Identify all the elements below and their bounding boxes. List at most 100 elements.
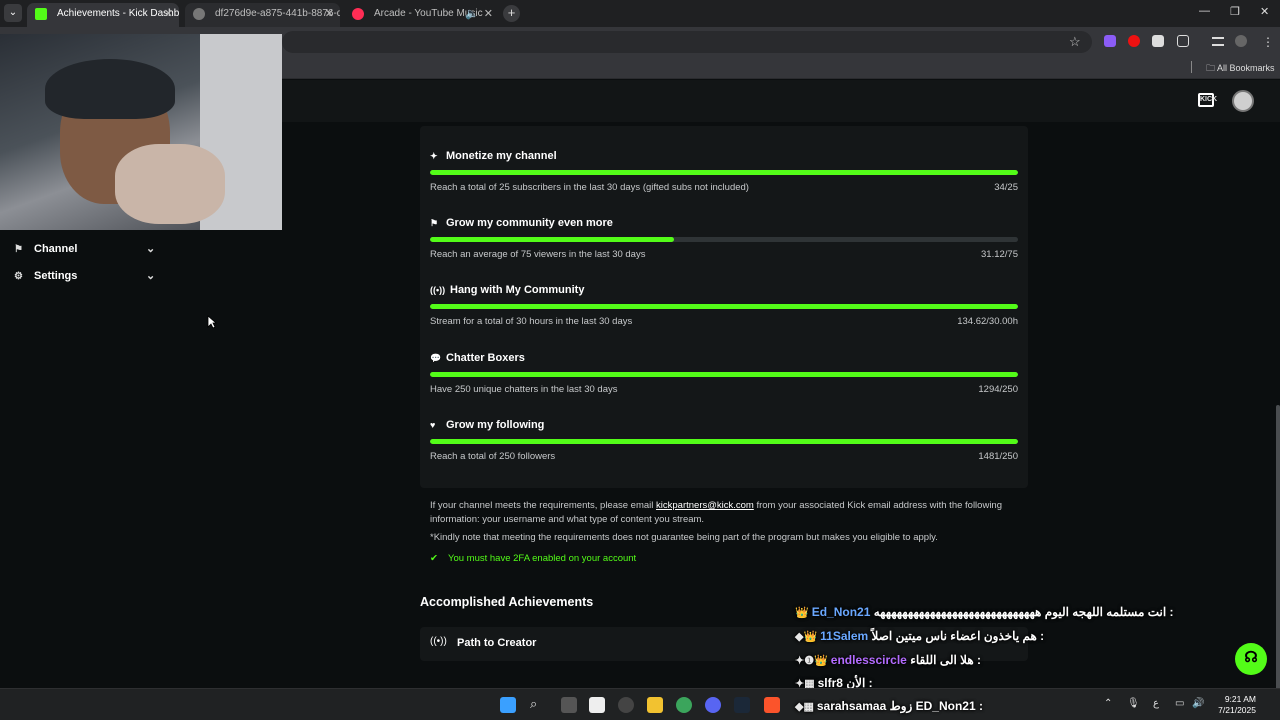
requirement-title: 💬 Chatter Boxers [430, 352, 525, 364]
requirement-title: ♥ Grow my following [430, 419, 545, 431]
new-tab-button[interactable]: + [503, 5, 520, 22]
webcam-cap [45, 59, 175, 119]
extension-grid-icon[interactable] [1152, 35, 1164, 47]
progress-fill [430, 304, 1018, 309]
chat-bubble-icon: 💬 [430, 353, 442, 363]
mouse-cursor-icon [207, 315, 217, 329]
speaker-icon[interactable]: 🔈 [465, 3, 479, 25]
restore-icon[interactable]: ❐ [1230, 5, 1240, 18]
eligibility-note: *Kindly note that meeting the requiremen… [430, 532, 938, 543]
headset-icon: ☊ [1244, 649, 1258, 666]
progress-bar [430, 304, 1018, 309]
requirement-value: 34/25 [994, 182, 1018, 193]
partner-email-link[interactable]: kickpartners@kick.com [656, 500, 754, 511]
close-icon[interactable]: ✕ [164, 3, 173, 25]
kebab-menu-icon[interactable]: ⋮ [1262, 35, 1274, 49]
calendar-app-icon[interactable] [589, 697, 605, 713]
partner-info-text: If your channel meets the requirements, … [430, 499, 1020, 526]
clock-time: 9:21 AM [1224, 694, 1256, 704]
achievement-label: Path to Creator [457, 637, 537, 649]
requirement-description: Stream for a total of 30 hours in the la… [430, 316, 633, 327]
system-clock[interactable]: 9:21 AM 7/21/2025 [1210, 694, 1256, 716]
chat-username: 11Salem [820, 629, 869, 643]
file-explorer-icon[interactable] [647, 697, 663, 713]
close-window-icon[interactable]: ✕ [1260, 5, 1269, 18]
close-icon[interactable]: ✕ [325, 3, 334, 25]
tab-kick-achievements[interactable]: Achievements - Kick Dashboard ✕ [27, 3, 179, 27]
progress-fill [430, 170, 1018, 175]
folder-icon: 🗀 [1206, 63, 1218, 73]
scrollbar-thumb[interactable] [1276, 405, 1280, 695]
check-icon: ✔ [430, 553, 438, 564]
close-icon[interactable]: ✕ [484, 3, 493, 25]
broadcast-icon: ((•)) [430, 636, 447, 647]
tab-title: Achievements - Kick Dashboard [57, 8, 179, 19]
kick-logo-icon[interactable]: KICK [1198, 93, 1217, 107]
all-bookmarks-button[interactable]: 🗀 All Bookmarks [1206, 61, 1275, 77]
webcam-overlay [0, 34, 282, 230]
tab-search-button[interactable]: ⌄ [4, 4, 22, 22]
requirement-value: 1481/250 [978, 451, 1018, 462]
profile-avatar-icon[interactable] [1235, 35, 1247, 47]
requirement-description: Reach a total of 25 subscribers in the l… [430, 182, 749, 193]
webcam-hand [115, 144, 225, 224]
requirement-description: Reach a total of 250 followers [430, 451, 556, 462]
progress-bar [430, 372, 1018, 377]
heart-icon: ♥ [430, 420, 436, 430]
chat-username: Ed_Non21 [811, 605, 871, 619]
chat-text: : انت مستلمه اللهجه اليوم هههههههههههههه… [873, 605, 1174, 619]
extensions-puzzle-icon[interactable] [1177, 35, 1189, 47]
chat-message: ✦❶👑 endlesscircle : هلا الى اللقاء [795, 653, 1215, 673]
browser-tab-bar: ⌄ Achievements - Kick Dashboard ✕ df276d… [0, 0, 1280, 27]
user-avatar[interactable] [1232, 90, 1254, 112]
github-icon[interactable] [618, 697, 634, 713]
chat-badges: ✦❶👑 [795, 655, 828, 667]
sidebar-item-label: Channel [34, 243, 78, 255]
progress-bar [430, 170, 1018, 175]
kick-favicon-icon [35, 8, 47, 20]
chat-text: : ED_Non21 زوط [889, 699, 983, 713]
chevron-down-icon[interactable]: ⌄ [146, 242, 155, 255]
chat-message: 👑 Ed_Non21 : انت مستلمه اللهجه اليوم هههه… [795, 605, 1215, 625]
info-prefix: If your channel meets the requirements, … [430, 500, 654, 511]
task-view-icon[interactable] [561, 697, 577, 713]
minimize-icon[interactable]: — [1199, 5, 1210, 17]
channel-icon: ⚑ [14, 244, 23, 255]
page-favicon-icon [193, 8, 205, 20]
chrome-icon[interactable] [676, 697, 692, 713]
url-input[interactable] [282, 31, 1092, 53]
all-bookmarks-label: All Bookmarks [1217, 63, 1275, 73]
brave-icon[interactable] [764, 697, 780, 713]
extension-record-icon[interactable] [1128, 35, 1140, 47]
chat-username: sarahsamaa [816, 699, 887, 713]
gear-icon: ⚙ [14, 271, 23, 282]
requirement-value: 134.62/30.00h [957, 316, 1018, 327]
clock-date: 7/21/2025 [1218, 705, 1256, 715]
steam-icon[interactable] [734, 697, 750, 713]
media-control-icon[interactable] [1212, 37, 1224, 46]
tab-title: df276d9e-a875-441b-8876-d2 [215, 8, 340, 19]
support-chat-button[interactable]: ☊ [1235, 643, 1267, 675]
chevron-down-icon[interactable]: ⌄ [146, 269, 155, 282]
requirement-title: ((•)) Hang with My Community [430, 284, 585, 296]
tab-youtube-music[interactable]: Arcade - YouTube Music 🔈 ✕ [344, 3, 499, 27]
progress-bar [430, 237, 1018, 242]
twofa-requirement: ✔ You must have 2FA enabled on your accou… [430, 553, 636, 564]
discord-icon[interactable] [705, 697, 721, 713]
search-icon[interactable]: ⌕ [530, 696, 537, 712]
bookmark-star-icon[interactable]: ☆ [1069, 34, 1081, 50]
sparkle-icon: ✦ [430, 151, 438, 161]
chat-message: ◆▦ sarahsamaa : ED_Non21 زوط [795, 699, 1215, 719]
requirement-title: ✦ Monetize my channel [430, 150, 557, 162]
requirement-title: ⚑ Grow my community even more [430, 217, 613, 229]
twofa-label: You must have 2FA enabled on your accoun… [448, 553, 637, 564]
broadcast-icon: ((•)) [430, 285, 446, 295]
chat-badges: 👑 [795, 607, 809, 619]
progress-fill [430, 237, 675, 242]
tab-uuid[interactable]: df276d9e-a875-441b-8876-d2 ✕ [185, 3, 340, 27]
windows-start-icon[interactable] [500, 697, 516, 713]
progress-fill [430, 439, 1018, 444]
extension-shield-icon[interactable] [1104, 35, 1116, 47]
chat-message: ◆👑 11Salem : هم ياخذون اعضاء ناس ميتين اص… [795, 629, 1215, 649]
chat-text: : هم ياخذون اعضاء ناس ميتين اصلاً [871, 629, 1045, 643]
